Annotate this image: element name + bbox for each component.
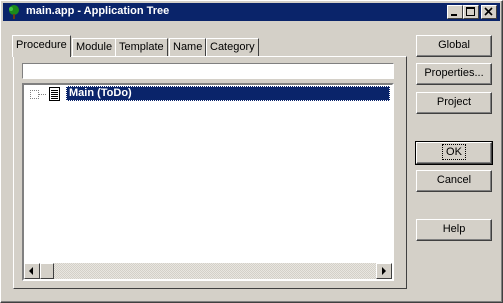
tab-label: Name [173,41,203,53]
minimize-button[interactable] [447,5,463,19]
project-button-label: Project [436,96,472,108]
arrow-left-icon [29,267,33,275]
tab-name[interactable]: Name [169,38,207,56]
application-tree-window: main.app - Application Tree Procedure Mo… [0,0,503,303]
horizontal-scrollbar[interactable] [24,263,392,279]
tab-module[interactable]: Module [72,38,117,56]
help-button-label: Help [442,223,466,235]
help-button[interactable]: Help [416,219,492,241]
filter-input[interactable] [22,63,394,79]
tab-procedure[interactable]: Procedure [12,35,71,57]
maximize-icon [466,7,475,16]
project-button[interactable]: Project [416,92,492,114]
ok-button[interactable]: OK [415,141,493,165]
tree-item-label: Main (ToDo) [66,86,390,101]
scroll-left-button[interactable] [24,263,40,279]
close-icon [484,7,493,16]
arrow-right-icon [382,267,386,275]
cancel-button-label: Cancel [436,174,472,186]
ok-button-label: OK [442,144,466,160]
cancel-button[interactable]: Cancel [416,170,492,192]
tab-label: Procedure [16,39,67,51]
maximize-button[interactable] [463,5,479,19]
scroll-thumb[interactable] [40,263,54,279]
tree-app-icon [9,5,19,19]
scroll-right-button[interactable] [376,263,392,279]
properties-button[interactable]: Properties... [416,63,492,85]
global-button-label: Global [438,39,470,51]
tree-item[interactable]: Main (ToDo) [24,85,392,103]
expander-box[interactable] [30,90,39,99]
procedure-tree[interactable]: Main (ToDo) [22,83,394,281]
global-button[interactable]: Global [416,35,492,57]
document-icon [49,87,60,101]
tab-label: Module [76,41,113,53]
window-title: main.app - Application Tree [26,5,170,17]
tree-connector [39,94,46,95]
properties-button-label: Properties... [424,67,484,79]
tab-category[interactable]: Category [206,38,259,56]
tab-label: Category [210,41,255,53]
tab-label: Template [119,41,164,53]
title-bar[interactable]: main.app - Application Tree [3,3,500,21]
tab-template[interactable]: Template [115,38,168,56]
close-button[interactable] [481,5,497,19]
minimize-icon [451,14,457,16]
